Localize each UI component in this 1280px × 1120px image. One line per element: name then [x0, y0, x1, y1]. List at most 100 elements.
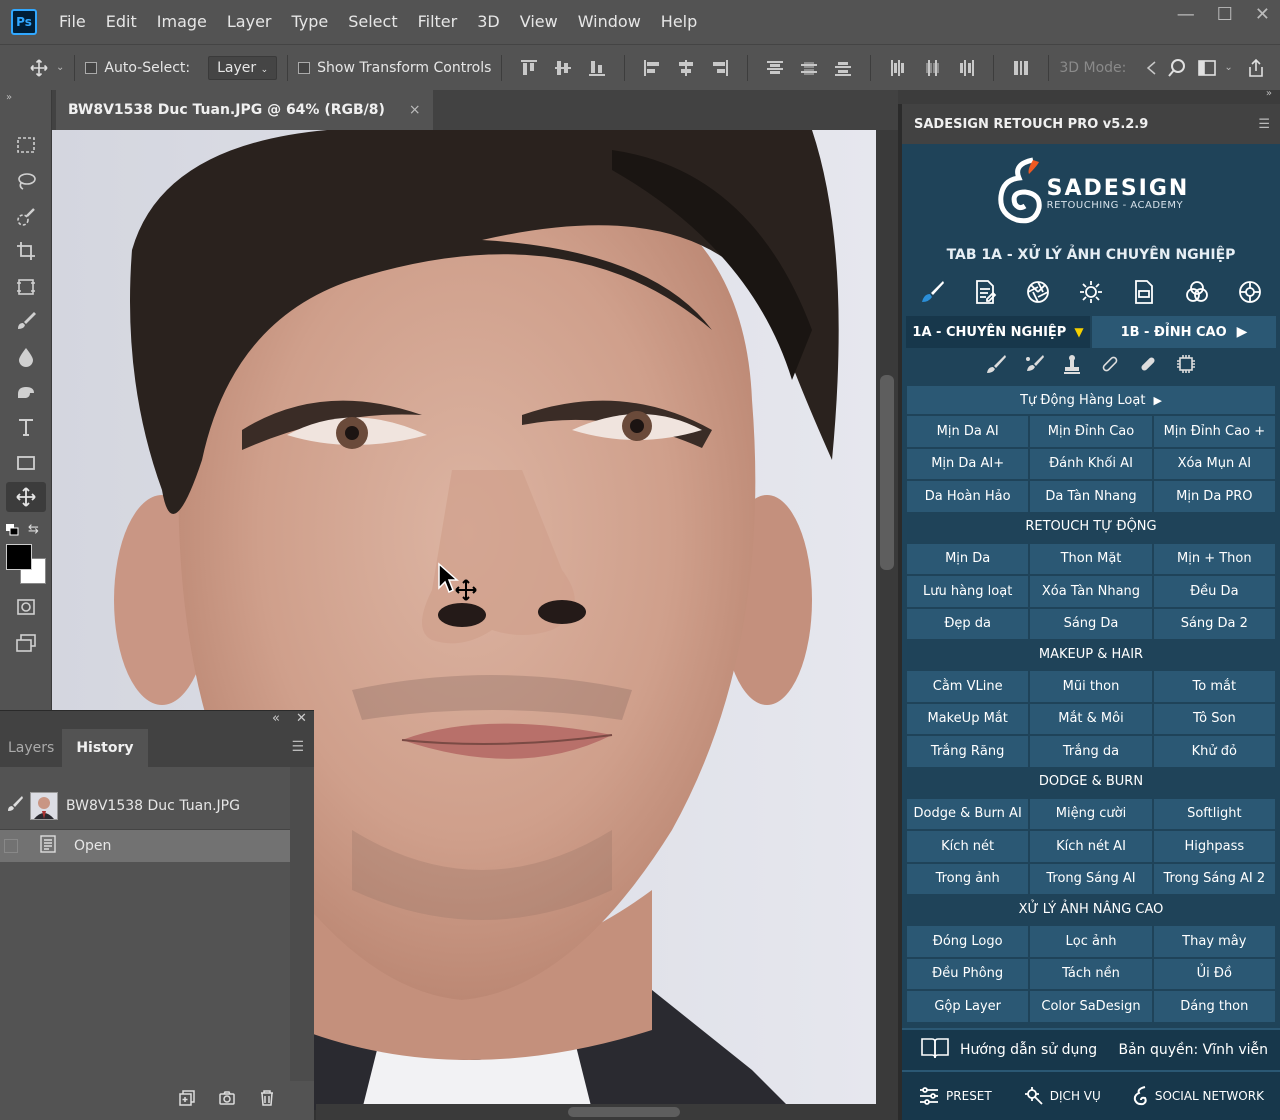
- service-button[interactable]: DỊCH VỤ: [1024, 1086, 1101, 1106]
- distribute-top-icon[interactable]: [764, 57, 786, 79]
- history-snapshot[interactable]: BW8V1538 Duc Tuan.JPG: [0, 783, 290, 829]
- menu-select[interactable]: Select: [338, 0, 407, 44]
- trash-icon[interactable]: [258, 1089, 276, 1111]
- color-circles-icon[interactable]: [1170, 272, 1223, 312]
- distribute-right-icon[interactable]: [955, 57, 977, 79]
- tool-button[interactable]: Mắt & Môi: [1030, 703, 1152, 734]
- vertical-scrollbar[interactable]: [876, 130, 898, 1110]
- user-guide-link[interactable]: Hướng dẫn sử dụng: [960, 1042, 1097, 1058]
- tool-button[interactable]: Xóa Mụn AI: [1153, 448, 1275, 479]
- new-document-from-state-icon[interactable]: [178, 1089, 196, 1111]
- menu-file[interactable]: File: [49, 0, 96, 44]
- auto-select-checkbox[interactable]: [85, 61, 98, 74]
- distribute-bottom-icon[interactable]: [832, 57, 854, 79]
- menu-window[interactable]: Window: [568, 0, 651, 44]
- tool-button[interactable]: Tô Son: [1153, 703, 1275, 734]
- smudge-tool[interactable]: [6, 378, 46, 408]
- auto-batch-button[interactable]: Tự Động Hàng Loạt ▶: [907, 386, 1275, 414]
- tool-button[interactable]: Cằm VLine: [907, 671, 1029, 702]
- default-colors-icon[interactable]: [6, 524, 20, 536]
- bandage-icon[interactable]: [1137, 353, 1159, 379]
- show-transform-checkbox[interactable]: [298, 61, 311, 74]
- history-source-checkbox[interactable]: [4, 839, 18, 853]
- tool-button[interactable]: Trong Sáng AI: [1030, 863, 1152, 894]
- tool-button[interactable]: Gộp Layer: [907, 991, 1029, 1022]
- tool-button[interactable]: Trắng da: [1030, 736, 1152, 767]
- menu-type[interactable]: Type: [281, 0, 338, 44]
- tool-button[interactable]: Đều Da: [1153, 576, 1275, 607]
- horizontal-scroll-thumb[interactable]: [568, 1107, 680, 1117]
- type-tool[interactable]: [6, 412, 46, 442]
- align-right-icon[interactable]: [709, 57, 731, 79]
- workspace-icon[interactable]: [1196, 57, 1218, 79]
- close-panel-icon[interactable]: ✕: [296, 711, 307, 726]
- camera-icon[interactable]: [218, 1089, 236, 1111]
- move-tool[interactable]: [6, 482, 46, 512]
- settings-aperture-icon[interactable]: [1223, 272, 1276, 312]
- tool-button[interactable]: Xóa Tàn Nhang: [1030, 576, 1152, 607]
- vertical-scroll-thumb[interactable]: [880, 375, 894, 570]
- document-edit-icon[interactable]: [959, 272, 1012, 312]
- blur-tool[interactable]: [6, 342, 46, 372]
- tab-layers[interactable]: Layers: [0, 729, 62, 767]
- tool-button[interactable]: Da Tàn Nhang: [1030, 481, 1152, 512]
- tool-button[interactable]: Khử đỏ: [1153, 736, 1275, 767]
- close-button[interactable]: ✕: [1255, 4, 1270, 25]
- tool-button[interactable]: Thon Mặt: [1030, 543, 1152, 574]
- brush-tool[interactable]: [6, 306, 46, 336]
- tool-button[interactable]: Kích nét AI: [1030, 831, 1152, 862]
- quick-mask-icon[interactable]: [6, 592, 46, 622]
- aperture-icon[interactable]: [1012, 272, 1065, 312]
- distribute-left-icon[interactable]: [887, 57, 909, 79]
- frame-tool[interactable]: [6, 272, 46, 302]
- align-left-icon[interactable]: [641, 57, 663, 79]
- collapse-icon[interactable]: »: [6, 92, 12, 103]
- align-top-icon[interactable]: [518, 57, 540, 79]
- tool-button[interactable]: Đánh Khối AI: [1030, 448, 1152, 479]
- tool-button[interactable]: Dodge & Burn AI: [907, 798, 1029, 829]
- history-state[interactable]: Open: [0, 830, 290, 862]
- foreground-color-swatch[interactable]: [6, 544, 32, 570]
- menu-image[interactable]: Image: [147, 0, 217, 44]
- tool-button[interactable]: Trắng Răng: [907, 736, 1029, 767]
- tool-button[interactable]: Mịn + Thon: [1153, 543, 1275, 574]
- hdr-file-icon[interactable]: [1117, 272, 1170, 312]
- chip-icon[interactable]: [1175, 353, 1197, 379]
- tab-history[interactable]: History: [62, 729, 148, 767]
- tool-button[interactable]: Lọc ảnh: [1030, 926, 1152, 957]
- crop-tool[interactable]: [6, 236, 46, 266]
- panel-menu-icon[interactable]: ☰: [291, 739, 304, 755]
- history-brush-icon[interactable]: [0, 795, 30, 817]
- tool-button[interactable]: Mịn Da AI: [907, 416, 1029, 447]
- social-network-button[interactable]: SOCIAL NETWORK: [1133, 1085, 1264, 1107]
- brush-retouch-icon[interactable]: [906, 272, 959, 312]
- tool-button[interactable]: Color SaDesign: [1030, 991, 1152, 1022]
- brush-icon[interactable]: [985, 353, 1007, 379]
- tool-button[interactable]: Lưu hàng loạt: [907, 576, 1029, 607]
- history-scrollbar[interactable]: [290, 767, 314, 1081]
- tool-button[interactable]: Mịn Đỉnh Cao +: [1153, 416, 1275, 447]
- mixer-brush-icon[interactable]: [1023, 353, 1045, 379]
- subtab-1a[interactable]: 1A - CHUYÊN NGHIỆP ▼: [906, 316, 1090, 348]
- marquee-tool[interactable]: [6, 130, 46, 160]
- tool-button[interactable]: To mắt: [1153, 671, 1275, 702]
- minimize-button[interactable]: —: [1177, 4, 1195, 25]
- lasso-tool[interactable]: [6, 166, 46, 196]
- align-vcenter-icon[interactable]: [552, 57, 574, 79]
- menu-help[interactable]: Help: [651, 0, 707, 44]
- tool-button[interactable]: Mịn Da AI+: [907, 448, 1029, 479]
- distribute-spacing-icon[interactable]: [1010, 57, 1032, 79]
- tool-button[interactable]: Trong ảnh: [907, 863, 1029, 894]
- document-tab[interactable]: BW8V1538 Duc Tuan.JPG @ 64% (RGB/8) ×: [56, 90, 433, 130]
- move-tool-preset-icon[interactable]: [28, 57, 50, 79]
- tool-button[interactable]: Mịn Da: [907, 543, 1029, 574]
- align-hcenter-icon[interactable]: [675, 57, 697, 79]
- tool-button[interactable]: Sáng Da: [1030, 608, 1152, 639]
- preset-chevron-icon[interactable]: ⌄: [56, 62, 64, 73]
- tool-button[interactable]: Kích nét: [907, 831, 1029, 862]
- tool-button[interactable]: Da Hoàn Hảo: [907, 481, 1029, 512]
- 3d-orbit-icon[interactable]: [1140, 57, 1162, 79]
- menu-filter[interactable]: Filter: [408, 0, 468, 44]
- menu-layer[interactable]: Layer: [217, 0, 282, 44]
- preset-button[interactable]: PRESET: [918, 1086, 992, 1106]
